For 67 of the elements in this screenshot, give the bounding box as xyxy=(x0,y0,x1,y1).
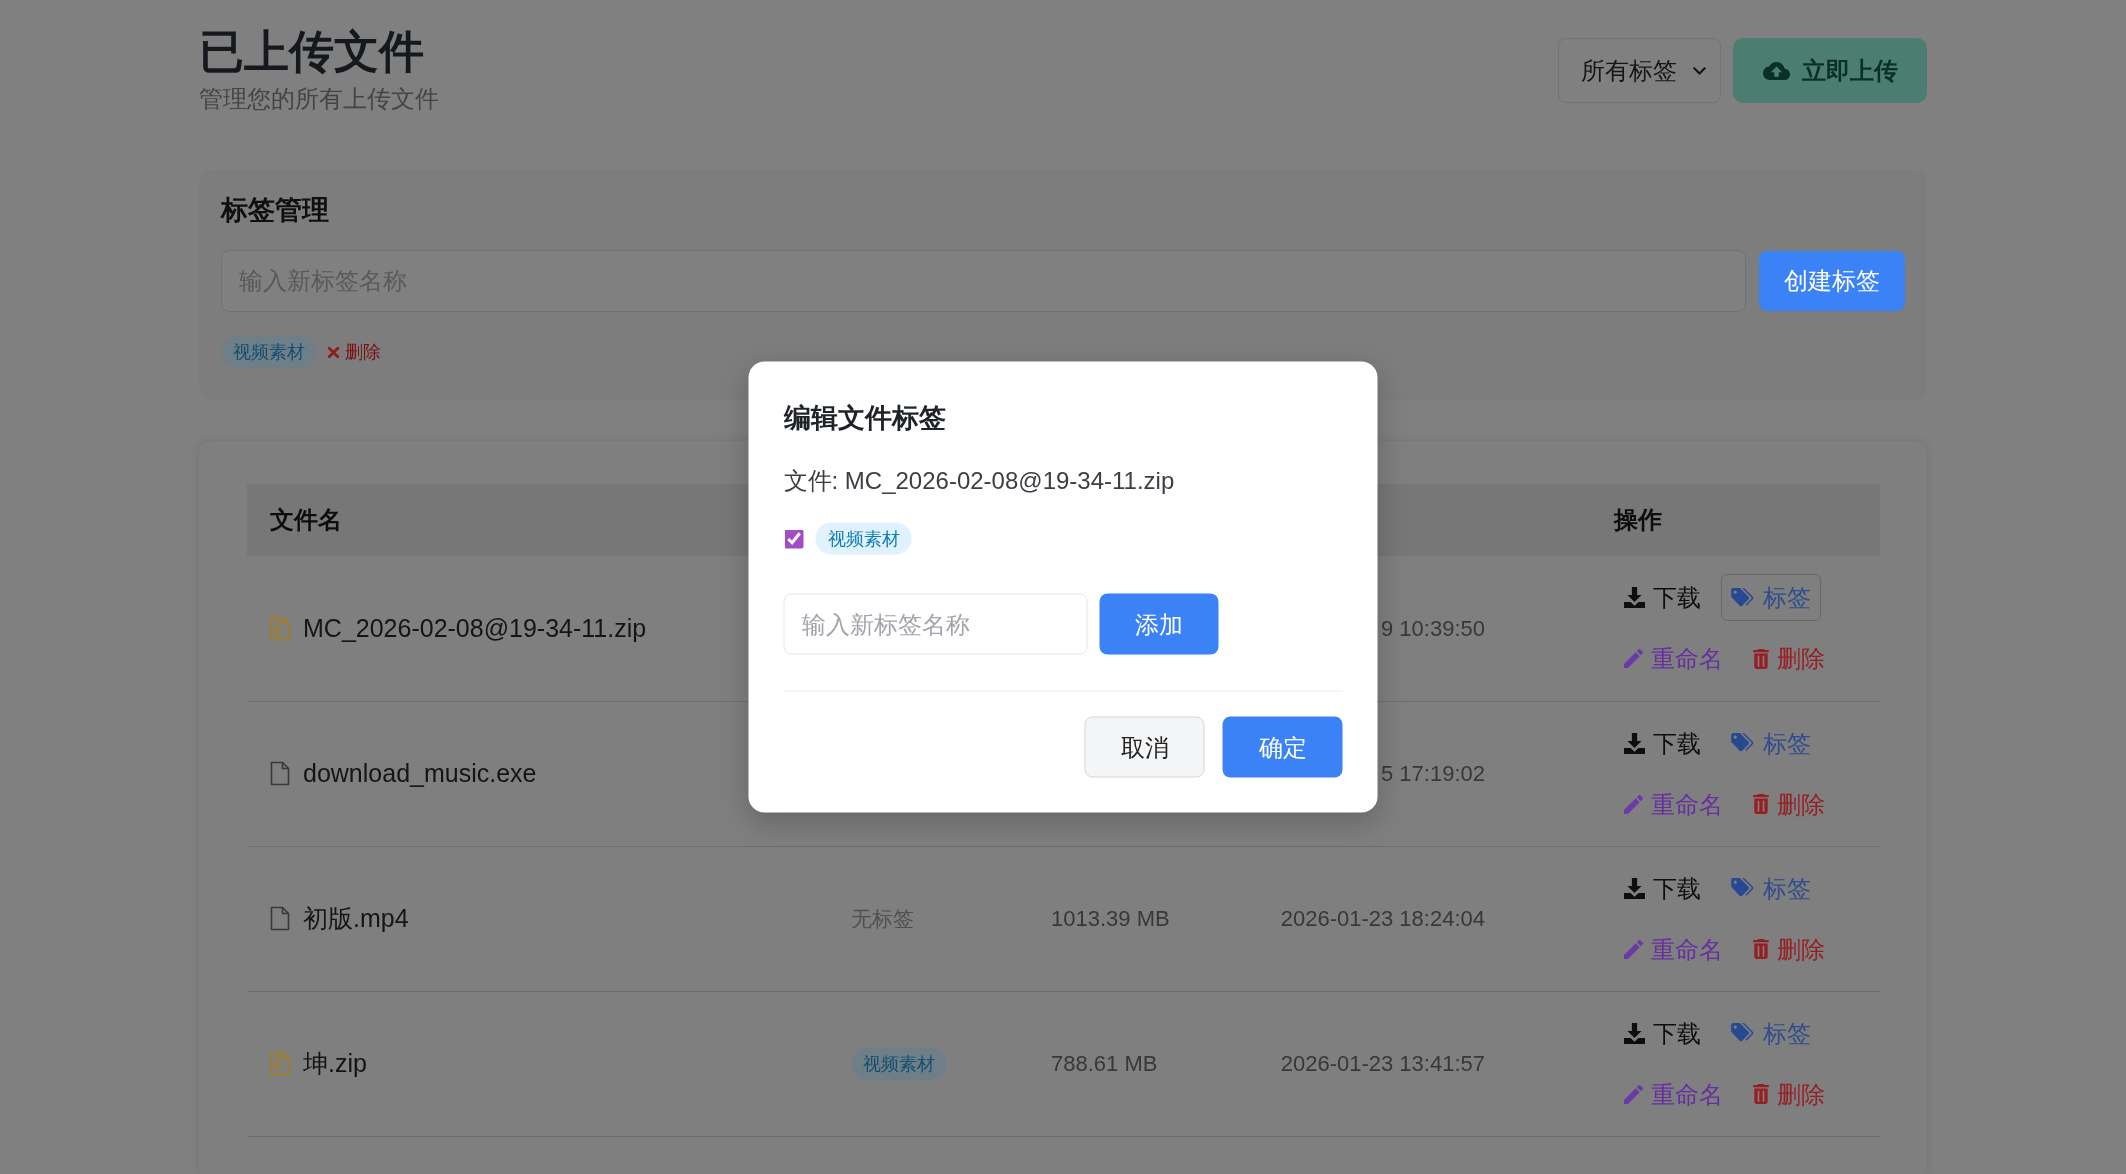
add-button[interactable]: 添加 xyxy=(1099,593,1219,655)
download-button[interactable]: 下载 xyxy=(1614,1009,1711,1057)
download-icon xyxy=(1624,877,1645,899)
upload-date: 5 17:19:02 xyxy=(1381,761,1485,786)
rename-button[interactable]: 重命名 xyxy=(1614,1070,1733,1118)
tag-filter-select[interactable]: 所有标签 xyxy=(1558,38,1721,103)
dialog-title: 编辑文件标签 xyxy=(783,401,947,434)
tag-icon xyxy=(1731,587,1755,608)
tag-icon xyxy=(1731,878,1755,898)
pencil-icon xyxy=(1624,649,1643,669)
upload-button[interactable]: 立即上传 xyxy=(1733,38,1927,103)
download-icon xyxy=(1624,587,1645,609)
delete-button[interactable]: 删除 xyxy=(1743,780,1835,828)
pencil-icon xyxy=(1624,1084,1643,1104)
tag-chip: 视频素材 xyxy=(851,1047,947,1080)
tag-chip: 视频素材 xyxy=(221,336,317,368)
file-label: 文件: MC_2026-02-08@19-34-11.zip xyxy=(783,465,1176,496)
rename-button[interactable]: 重命名 xyxy=(1614,780,1733,828)
pencil-icon xyxy=(1624,939,1643,959)
delete-button[interactable]: 删除 xyxy=(1743,925,1835,973)
file-name: 初版.mp4 xyxy=(303,902,409,934)
file-size: 1013.39 MB xyxy=(1051,906,1170,931)
file-name: download_music.exe xyxy=(303,757,537,789)
panel-title: 标签管理 xyxy=(221,194,330,226)
tag-button[interactable]: 标签 xyxy=(1721,574,1821,622)
file-name: 坤.zip xyxy=(303,1047,367,1079)
page-title: 已上传文件 xyxy=(199,25,425,79)
zip-file-icon xyxy=(270,1051,290,1076)
cloud-upload-icon xyxy=(1762,61,1790,80)
tag-icon xyxy=(1731,1023,1755,1043)
tag-icon xyxy=(1731,733,1755,753)
trash-icon xyxy=(1753,939,1769,959)
trash-icon xyxy=(1753,794,1769,814)
cancel-button[interactable]: 取消 xyxy=(1084,716,1205,778)
download-icon xyxy=(1624,732,1645,754)
confirm-button[interactable]: 确定 xyxy=(1222,716,1343,778)
delete-tag-button[interactable]: 删除 xyxy=(323,340,385,364)
download-button[interactable]: 下载 xyxy=(1614,719,1711,767)
cross-icon xyxy=(327,345,340,359)
delete-button[interactable]: 删除 xyxy=(1743,635,1835,683)
trash-icon xyxy=(1753,648,1769,669)
tag-button[interactable]: 标签 xyxy=(1721,864,1821,912)
column-header: 文件名 xyxy=(270,506,342,533)
rename-button[interactable]: 重命名 xyxy=(1614,635,1733,683)
download-button[interactable]: 下载 xyxy=(1614,864,1711,912)
column-header: 操作 xyxy=(1614,506,1662,533)
download-button[interactable]: 下载 xyxy=(1614,574,1711,622)
pencil-icon xyxy=(1624,794,1643,814)
file-icon xyxy=(270,906,290,931)
create-tag-button[interactable]: 创建标签 xyxy=(1759,251,1905,311)
tag-button[interactable]: 标签 xyxy=(1721,1009,1821,1057)
file-icon xyxy=(270,761,290,786)
upload-date: 2026-01-23 18:24:04 xyxy=(1280,906,1485,931)
rename-button[interactable]: 重命名 xyxy=(1614,925,1733,973)
upload-date: 2026-01-23 13:41:57 xyxy=(1280,1051,1485,1076)
delete-button[interactable]: 删除 xyxy=(1743,1070,1835,1118)
download-icon xyxy=(1624,1022,1645,1044)
tag-button[interactable]: 标签 xyxy=(1721,719,1821,767)
chevron-down-icon xyxy=(1693,66,1706,75)
page-subtitle: 管理您的所有上传文件 xyxy=(199,84,439,114)
zip-file-icon xyxy=(270,615,290,641)
tag-chip: 视频素材 xyxy=(815,522,912,555)
file-size: 788.61 MB xyxy=(1051,1051,1158,1076)
tag-checkbox[interactable] xyxy=(784,529,804,548)
upload-date: 9 10:39:50 xyxy=(1381,615,1485,641)
file-name: MC_2026-02-08@19-34-11.zip xyxy=(303,612,647,644)
trash-icon xyxy=(1753,1084,1769,1104)
